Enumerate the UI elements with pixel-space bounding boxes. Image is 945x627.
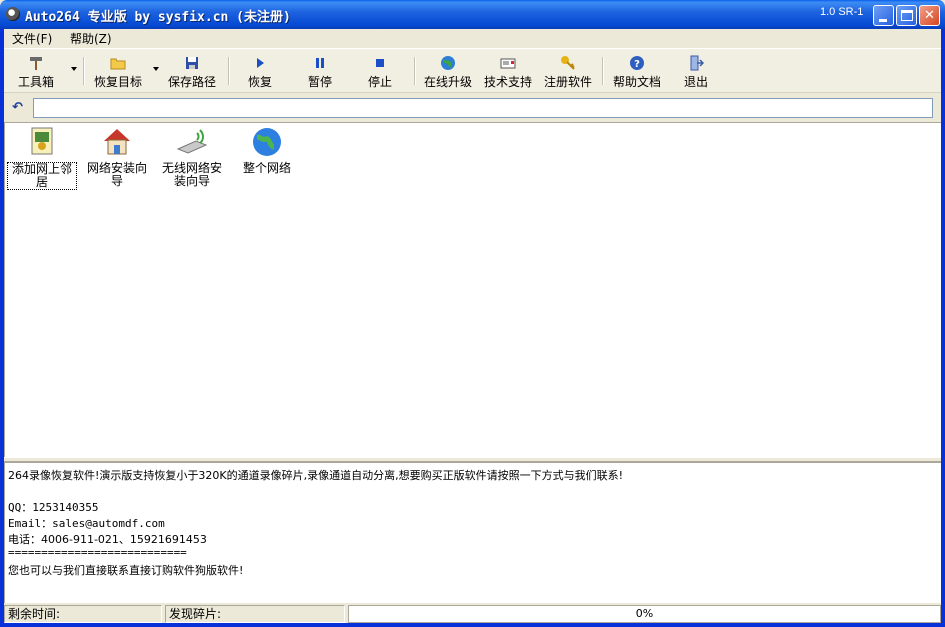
close-button[interactable]: ✕ — [919, 5, 940, 26]
status-bar: 剩余时间: 发现碎片: 0% — [4, 603, 941, 623]
log-panel[interactable]: 264录像恢复软件!演示版支持恢复小于320K的通道录像碎片,录像通道自动分离,… — [4, 462, 941, 603]
hammer-icon — [30, 57, 42, 70]
menu-help[interactable]: 帮助(Z) — [70, 30, 112, 47]
node-label: 网络安装向导 — [86, 161, 147, 188]
play-icon — [257, 58, 264, 68]
stop-button[interactable]: 停止 — [350, 51, 410, 91]
restore-target-label: 恢复目标 — [93, 75, 142, 89]
exit-label: 退出 — [683, 75, 708, 89]
add-network-place-icon — [31, 127, 53, 155]
floppy-disk-icon — [186, 57, 198, 69]
pause-icon — [316, 58, 324, 68]
house-network-icon — [104, 129, 130, 155]
window-frame-bottom — [0, 623, 945, 627]
node-label: 无线网络安装向导 — [161, 161, 222, 188]
stop-label: 停止 — [367, 75, 392, 89]
restore-target-button[interactable]: 恢复目标 — [88, 51, 148, 91]
help-doc-label: 帮助文档 — [612, 75, 661, 89]
title-bar[interactable]: Auto264 专业版 by sysfix.cn (未注册) 1.0 SR-1 … — [0, 0, 945, 29]
globe-icon — [441, 56, 455, 70]
exit-button[interactable]: 退出 — [666, 51, 726, 91]
toolbox-dropdown-icon[interactable] — [71, 67, 77, 71]
save-path-label: 保存路径 — [167, 75, 216, 89]
progress-text: 0% — [635, 607, 654, 620]
menu-bar: 文件(F) 帮助(Z) — [4, 29, 941, 47]
stop-icon — [376, 59, 384, 67]
toolbar-separator — [414, 57, 416, 85]
node-label: 整个网络 — [242, 161, 291, 175]
toolbox-label: 工具箱 — [17, 75, 54, 89]
svg-text:?: ? — [634, 59, 640, 70]
back-arrow-icon[interactable]: ↶ — [12, 101, 26, 115]
path-input[interactable] — [33, 98, 933, 118]
key-icon — [561, 56, 575, 70]
remaining-time-panel: 剩余时间: — [4, 605, 162, 623]
address-bar: ↶ — [4, 94, 941, 122]
pause-label: 暂停 — [307, 75, 332, 89]
log-line: QQ：1253140355 — [8, 501, 99, 514]
online-upgrade-label: 在线升级 — [423, 75, 472, 89]
found-fragments-panel: 发现碎片: — [165, 605, 345, 623]
toolbox-button[interactable]: 工具箱 — [6, 51, 66, 91]
globe-network-icon — [253, 128, 281, 156]
maximize-icon — [901, 10, 913, 21]
log-line: 您也可以与我们直接联系直接订购软件狗版软件! — [8, 564, 244, 577]
log-line: 264录像恢复软件!演示版支持恢复小于320K的通道录像碎片,录像通道自动分离,… — [8, 469, 624, 482]
version-label: 1.0 SR-1 — [820, 6, 864, 18]
mail-icon — [500, 58, 516, 69]
window-title: Auto264 专业版 by sysfix.cn (未注册) — [25, 10, 291, 25]
restore-label: 恢复 — [247, 75, 272, 89]
online-upgrade-button[interactable]: 在线升级 — [418, 51, 478, 91]
toolbar-separator — [83, 57, 85, 85]
restore-button[interactable]: 恢复 — [230, 51, 290, 91]
help-icon: ? — [630, 56, 644, 70]
tech-support-button[interactable]: 技术支持 — [478, 51, 538, 91]
toolbar: 工具箱 恢复目标 保存路径 恢复 暂停 停止 在线升级 技术支持 注册软件 ? … — [4, 48, 941, 93]
exit-door-icon — [690, 55, 704, 71]
log-line: Email：sales@automdf.com — [8, 517, 165, 530]
network-view[interactable]: 添加网上邻居 网络安装向导 无线网络安装向导 整个网络 — [4, 122, 941, 457]
register-button[interactable]: 注册软件 — [538, 51, 598, 91]
wireless-adapter-icon — [176, 129, 208, 154]
window-frame-right — [941, 29, 945, 627]
minimize-button[interactable] — [873, 5, 894, 26]
toolbar-separator — [602, 57, 604, 85]
help-doc-button[interactable]: ? 帮助文档 — [607, 51, 667, 91]
node-label: 添加网上邻居 — [7, 162, 77, 190]
pause-button[interactable]: 暂停 — [290, 51, 350, 91]
restore-target-dropdown-icon[interactable] — [153, 67, 159, 71]
log-line: 电话：4006-911-021、15921691453 — [8, 533, 207, 546]
menu-file[interactable]: 文件(F) — [12, 30, 52, 47]
close-icon: ✕ — [924, 8, 935, 23]
app-icon[interactable] — [6, 7, 20, 21]
folder-open-icon — [110, 58, 126, 70]
progress-bar: 0% — [348, 605, 941, 623]
minimize-icon — [879, 19, 887, 22]
tech-support-label: 技术支持 — [483, 75, 532, 89]
save-path-button[interactable]: 保存路径 — [162, 51, 222, 91]
register-label: 注册软件 — [543, 75, 592, 89]
log-line: =========================== — [8, 546, 187, 559]
maximize-button[interactable] — [896, 5, 917, 26]
